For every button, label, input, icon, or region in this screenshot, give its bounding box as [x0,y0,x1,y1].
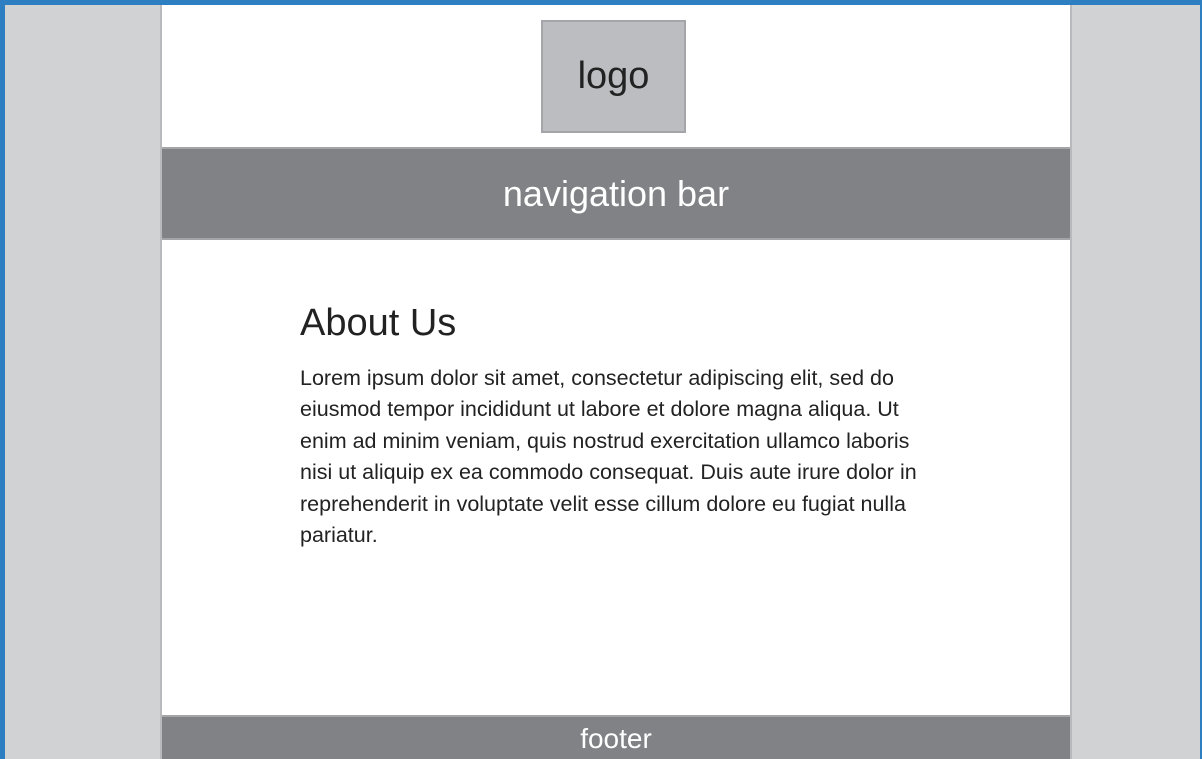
footer-label: footer [580,723,652,754]
body-paragraph: Lorem ipsum dolor sit amet, consectetur … [300,365,917,548]
logo-placeholder[interactable]: logo [541,20,686,133]
page-title: About Us [300,302,457,344]
navigation-bar[interactable]: navigation bar [162,147,1070,240]
logo-label: logo [577,55,650,97]
footer: footer [162,715,1070,759]
wireframe-frame: logo navigation bar About Us Lorem ipsum… [0,0,1202,759]
main-content: About Us Lorem ipsum dolor sit amet, con… [300,302,940,552]
navigation-bar-label: navigation bar [502,172,730,214]
page-container: logo navigation bar About Us Lorem ipsum… [160,5,1072,759]
